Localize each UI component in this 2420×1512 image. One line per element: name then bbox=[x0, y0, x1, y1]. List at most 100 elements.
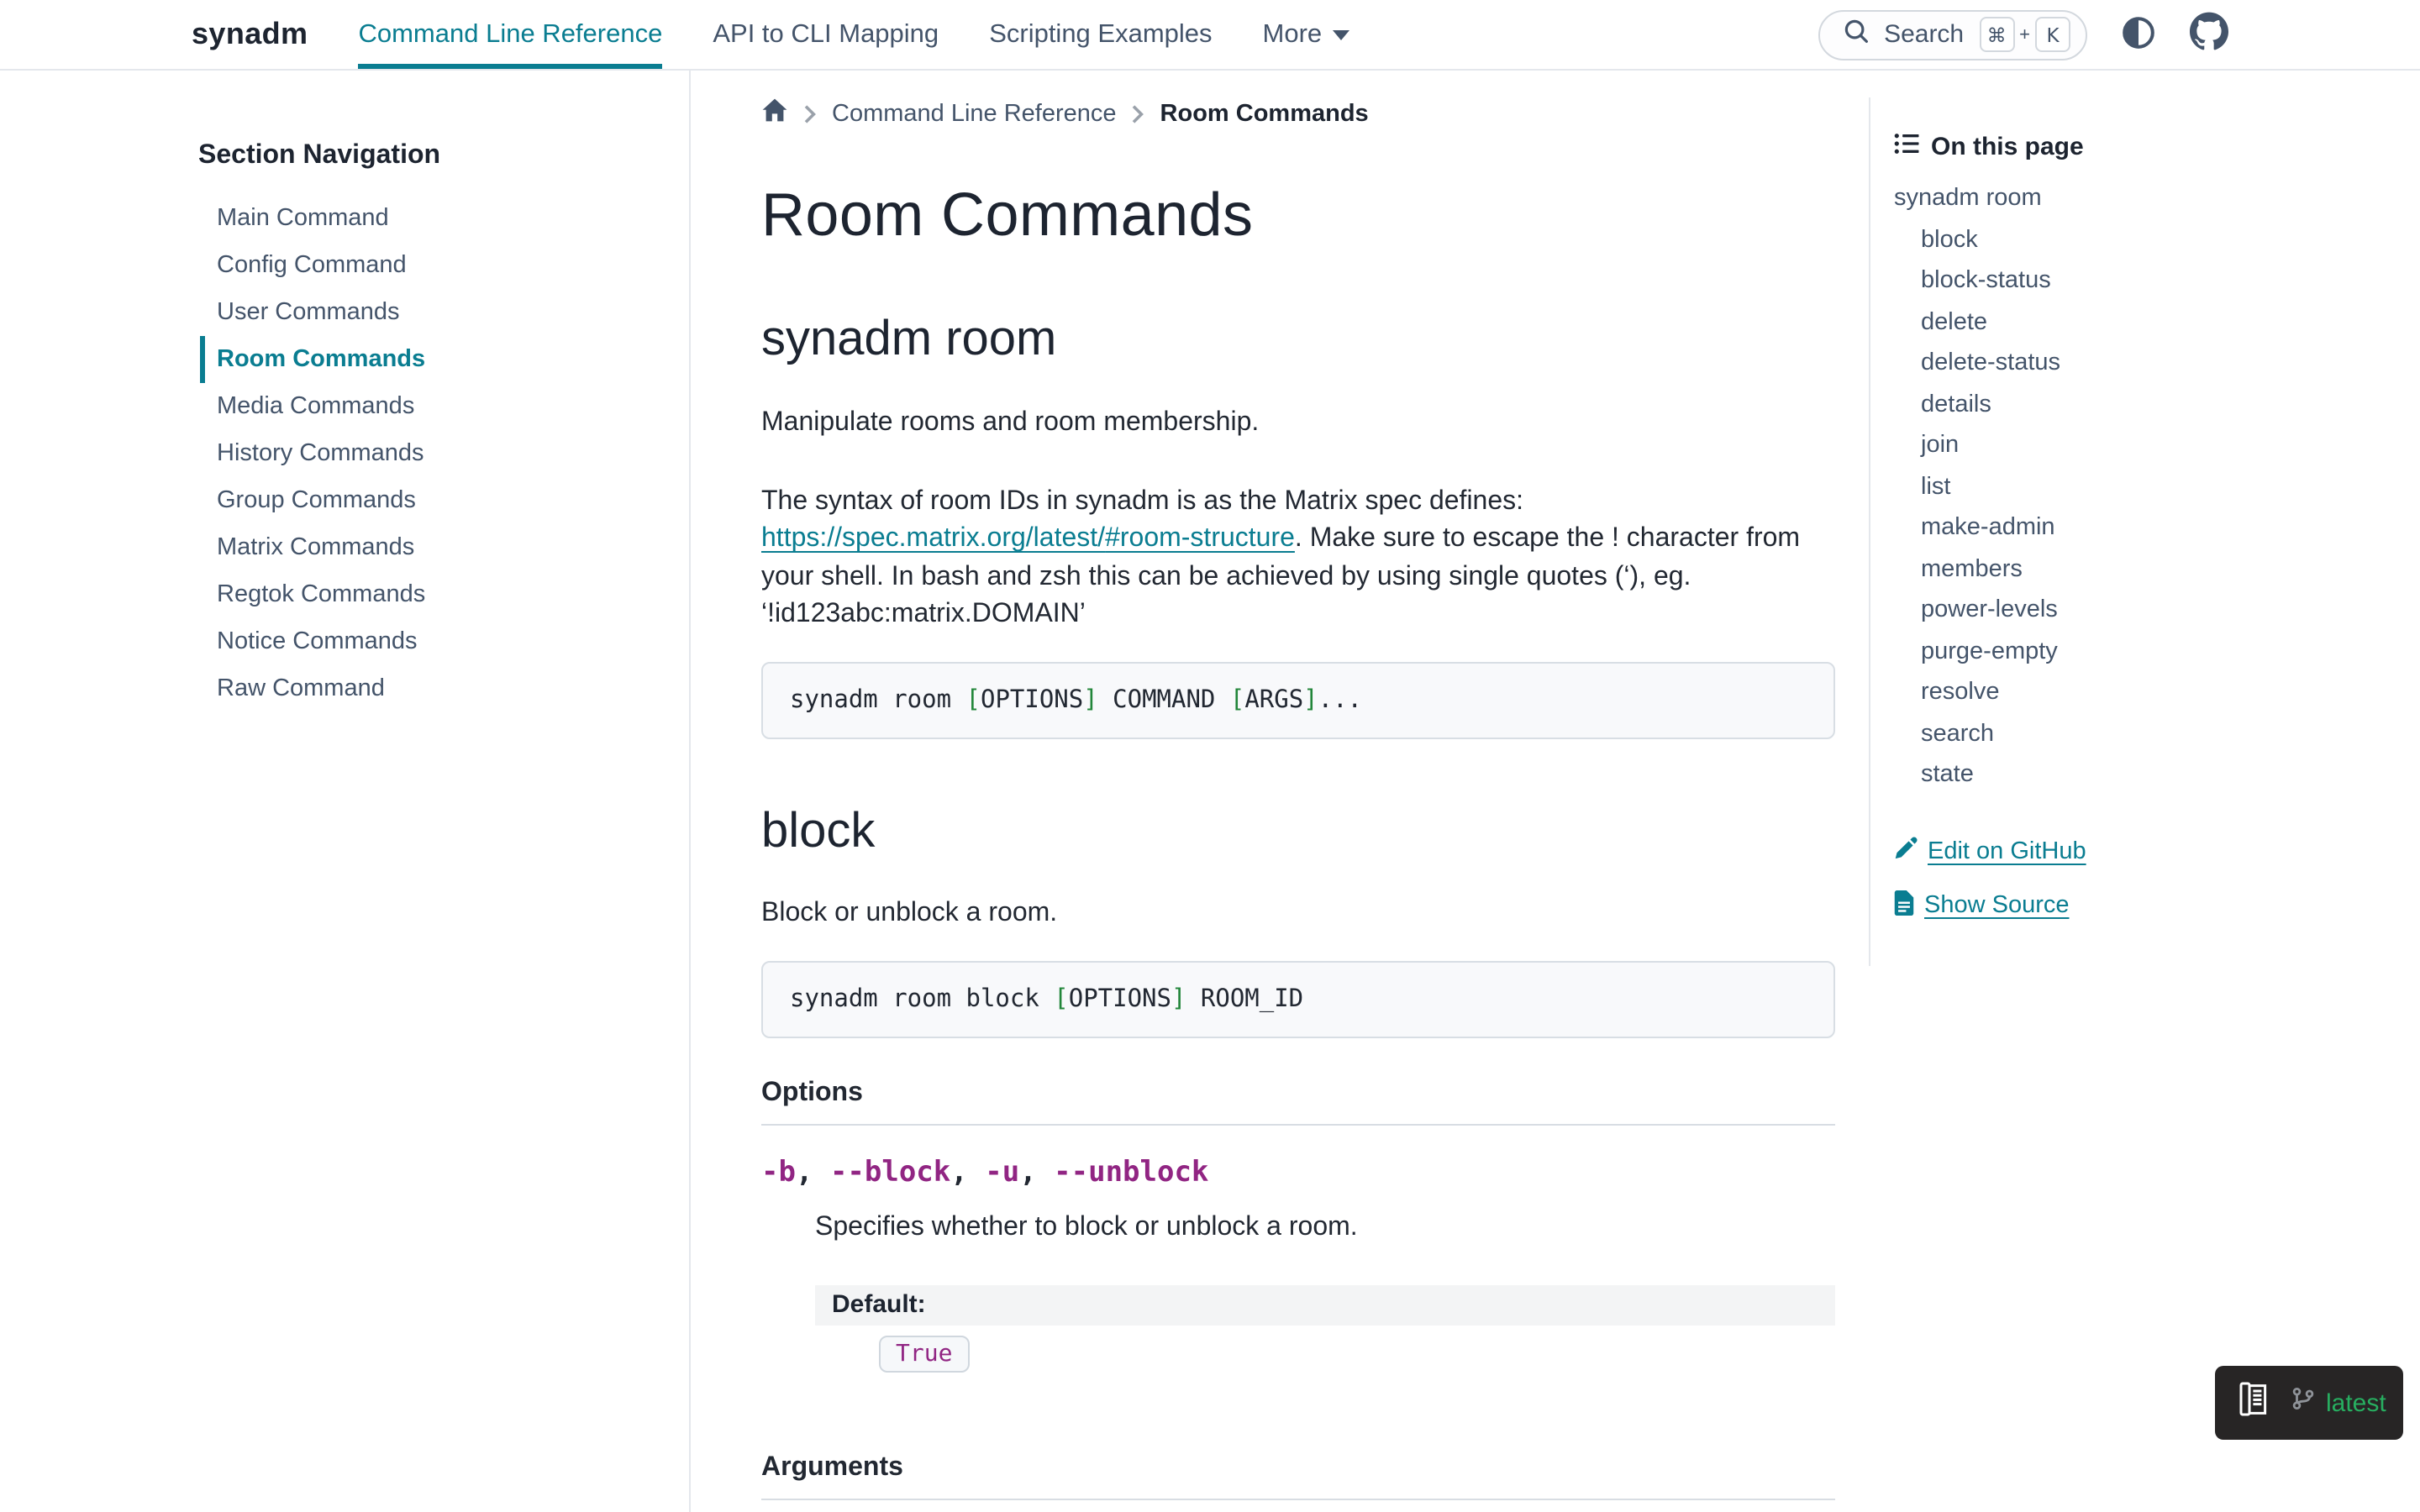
toc-item-join: join bbox=[1894, 425, 2403, 466]
toc-item-power-levels: power-levels bbox=[1894, 590, 2403, 631]
option-name-u: -u bbox=[985, 1157, 1019, 1190]
page-title: Room Commands bbox=[761, 178, 1835, 250]
toc-link-block-status[interactable]: block-status bbox=[1921, 267, 2051, 294]
toc-item-details: details bbox=[1894, 384, 2403, 425]
edit-on-github-label: Edit on GitHub bbox=[1928, 837, 2086, 864]
nav-item-command-line-reference[interactable]: Command Line Reference bbox=[358, 0, 662, 69]
code-token-bracket: ] bbox=[1083, 686, 1097, 713]
block-usage-code-block: synadm room block [OPTIONS] ROOM_ID bbox=[761, 961, 1835, 1038]
code-token-bracket: ] bbox=[1171, 986, 1186, 1013]
toc-link-search[interactable]: search bbox=[1921, 720, 1994, 747]
nav-item-more[interactable]: More bbox=[1263, 0, 1349, 69]
nav-item-scripting-examples[interactable]: Scripting Examples bbox=[989, 0, 1212, 69]
sidebar-link-media-commands[interactable]: Media Commands bbox=[217, 393, 414, 420]
sidebar-link-notice-commands[interactable]: Notice Commands bbox=[217, 628, 418, 655]
toc-link-synadm-room[interactable]: synadm room bbox=[1894, 185, 2042, 212]
sidebar-link-main-command[interactable]: Main Command bbox=[217, 205, 389, 232]
sidebar-link-room-commands[interactable]: Room Commands bbox=[217, 346, 425, 373]
toc-link-members[interactable]: members bbox=[1921, 555, 2023, 582]
sidebar-item-room-commands: Room Commands bbox=[200, 336, 649, 383]
toc-item-make-admin: make-admin bbox=[1894, 507, 2403, 549]
sidebar-item-user-commands: User Commands bbox=[200, 289, 649, 336]
sidebar-link-config-command[interactable]: Config Command bbox=[217, 252, 407, 279]
option-name-block: --block bbox=[830, 1157, 950, 1190]
toc-link-make-admin[interactable]: make-admin bbox=[1921, 514, 2055, 541]
arguments-rubric: Arguments bbox=[761, 1450, 1835, 1501]
sidebar-item-notice-commands: Notice Commands bbox=[200, 618, 649, 665]
toc-link-details[interactable]: details bbox=[1921, 391, 1991, 417]
top-navbar: synadm Command Line Reference API to CLI … bbox=[0, 0, 2420, 71]
search-label: Search bbox=[1884, 20, 1964, 49]
option-separator: , bbox=[950, 1157, 985, 1190]
option-signature: -b, --block, -u, --unblock bbox=[761, 1157, 1835, 1190]
toc-list-icon bbox=[1894, 131, 1919, 165]
docs-book-icon bbox=[2237, 1378, 2272, 1427]
home-icon bbox=[761, 97, 788, 131]
edit-on-github-link[interactable]: Edit on GitHub bbox=[1894, 836, 2403, 866]
toc-link-block[interactable]: block bbox=[1921, 226, 1978, 253]
chevron-right-icon bbox=[803, 104, 817, 124]
page-toc: On this page synadm roomblockblock-statu… bbox=[1869, 97, 2420, 965]
toc-link-join[interactable]: join bbox=[1921, 432, 1959, 459]
sidebar-item-matrix-commands: Matrix Commands bbox=[200, 524, 649, 571]
sidebar-item-media-commands: Media Commands bbox=[200, 383, 649, 430]
breadcrumb-home-link[interactable] bbox=[761, 97, 788, 131]
version-group: latest bbox=[2291, 1386, 2386, 1420]
github-icon bbox=[2190, 11, 2228, 58]
option-description: Specifies whether to block or unblock a … bbox=[815, 1210, 1835, 1248]
kbd-plus: + bbox=[2019, 24, 2030, 45]
toc-item-state: state bbox=[1894, 754, 2403, 795]
search-button[interactable]: Search ⌘ + K bbox=[1818, 9, 2087, 60]
version-badge: latest bbox=[2326, 1389, 2386, 1417]
section-navigation: Section Navigation Main CommandConfig Co… bbox=[0, 71, 691, 1512]
search-icon bbox=[1844, 18, 1869, 50]
toc-item-purge-empty: purge-empty bbox=[1894, 631, 2403, 672]
sidebar-item-main-command: Main Command bbox=[200, 195, 649, 242]
sidebar-link-matrix-commands[interactable]: Matrix Commands bbox=[217, 534, 414, 561]
site-logo[interactable]: synadm bbox=[192, 17, 308, 52]
toc-item-search: search bbox=[1894, 713, 2403, 754]
toc-link-list[interactable]: list bbox=[1921, 473, 1950, 500]
toc-item-block-status: block-status bbox=[1894, 260, 2403, 302]
show-source-link[interactable]: Show Source bbox=[1894, 890, 2403, 921]
sidebar-link-raw-command[interactable]: Raw Command bbox=[217, 675, 385, 702]
code-token-plain: ... bbox=[1318, 686, 1362, 713]
readthedocs-flyout[interactable]: latest bbox=[2215, 1366, 2403, 1440]
code-token-plain: synadm room block bbox=[790, 986, 1054, 1013]
matrix-spec-link[interactable]: https://spec.matrix.org/latest/#room-str… bbox=[761, 524, 1295, 553]
synadm-room-intro: Manipulate rooms and room membership. bbox=[761, 405, 1835, 443]
top-nav: Command Line Reference API to CLI Mapping… bbox=[358, 0, 1818, 69]
block-description: Block or unblock a room. bbox=[761, 896, 1835, 934]
heading-synadm-room: synadm room bbox=[761, 314, 1835, 368]
theme-contrast-icon bbox=[2121, 14, 2156, 55]
nav-item-api-to-cli-mapping[interactable]: API to CLI Mapping bbox=[713, 0, 939, 69]
default-value-badge: True bbox=[879, 1336, 969, 1373]
code-token-plain: COMMAND bbox=[1098, 686, 1230, 713]
article: Command Line Reference Room Commands Roo… bbox=[691, 71, 1869, 1512]
page-toc-column: On this page synadm roomblockblock-statu… bbox=[1869, 71, 2420, 1512]
toc-link-state[interactable]: state bbox=[1921, 761, 1974, 788]
caret-down-icon bbox=[1332, 29, 1349, 39]
kbd-k: K bbox=[2035, 17, 2070, 52]
toc-link-delete[interactable]: delete bbox=[1921, 308, 1987, 335]
toc-link-resolve[interactable]: resolve bbox=[1921, 679, 2000, 706]
toc-link-delete-status[interactable]: delete-status bbox=[1921, 349, 2060, 376]
toc-link-power-levels[interactable]: power-levels bbox=[1921, 596, 2058, 623]
option-separator: , bbox=[1019, 1157, 1054, 1190]
matrix-spec-link-part1: https://spec.matrix.org/latest/ bbox=[761, 524, 1105, 553]
header-actions: Search ⌘ + K bbox=[1818, 9, 2228, 60]
sidebar-item-raw-command: Raw Command bbox=[200, 665, 649, 712]
git-branch-icon bbox=[2291, 1386, 2316, 1420]
github-link[interactable] bbox=[2190, 11, 2228, 58]
sidebar-item-history-commands: History Commands bbox=[200, 430, 649, 477]
sidebar-link-group-commands[interactable]: Group Commands bbox=[217, 487, 416, 514]
sidebar-link-user-commands[interactable]: User Commands bbox=[217, 299, 400, 326]
sidebar-link-history-commands[interactable]: History Commands bbox=[217, 440, 424, 467]
sidebar-item-group-commands: Group Commands bbox=[200, 477, 649, 524]
breadcrumb-command-line-reference[interactable]: Command Line Reference bbox=[832, 101, 1117, 128]
theme-toggle-button[interactable] bbox=[2121, 14, 2156, 55]
sidebar-link-regtok-commands[interactable]: Regtok Commands bbox=[217, 581, 425, 608]
synadm-room-syntax-paragraph: The syntax of room IDs in synadm is as t… bbox=[761, 483, 1835, 634]
toc-link-purge-empty[interactable]: purge-empty bbox=[1921, 638, 2058, 664]
toc-item-list: list bbox=[1894, 466, 2403, 507]
